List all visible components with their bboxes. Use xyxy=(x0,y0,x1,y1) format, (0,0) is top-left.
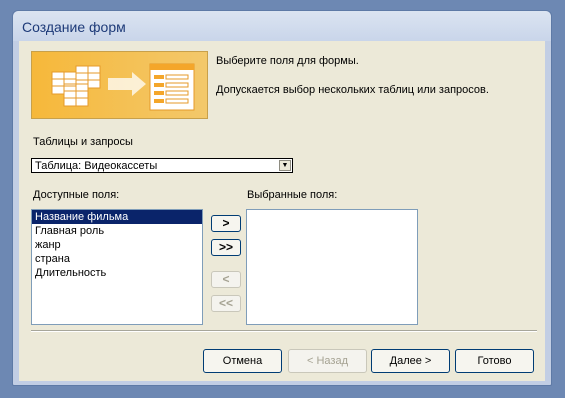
title-bar[interactable]: Создание форм xyxy=(13,11,551,41)
add-all-fields-button[interactable]: >> xyxy=(211,239,241,256)
intro-line-2: Допускается выбор нескольких таблиц или … xyxy=(216,84,489,96)
finish-button[interactable]: Готово xyxy=(455,349,534,373)
window-title: Создание форм xyxy=(22,19,126,35)
available-fields-label: Доступные поля: xyxy=(33,189,120,201)
tables-queries-label: Таблицы и запросы xyxy=(33,136,133,148)
tables-queries-combobox[interactable]: Таблица: Видеокассеты ▼ xyxy=(31,158,293,173)
list-item[interactable]: Название фильма xyxy=(32,210,202,224)
next-button[interactable]: Далее > xyxy=(371,349,450,373)
available-fields-list[interactable]: Название фильма Главная роль жанр страна… xyxy=(31,209,203,325)
cancel-button[interactable]: Отмена xyxy=(203,349,282,373)
footer-divider xyxy=(31,330,537,332)
list-item[interactable]: Главная роль xyxy=(32,224,202,238)
tables-queries-value: Таблица: Видеокассеты xyxy=(35,160,158,172)
list-item[interactable]: страна xyxy=(32,252,202,266)
remove-all-fields-button[interactable]: << xyxy=(211,295,241,312)
selected-fields-list[interactable] xyxy=(246,209,418,325)
dialog-client-area: Выберите поля для формы. Допускается выб… xyxy=(19,41,545,381)
list-item[interactable]: Длительность xyxy=(32,266,202,280)
form-wizard-window: Создание форм Выберите поля для формы. Д… xyxy=(12,10,552,386)
intro-line-1: Выберите поля для формы. xyxy=(216,55,359,67)
remove-field-button[interactable]: < xyxy=(211,271,241,288)
form-wizard-illustration xyxy=(31,51,208,119)
back-button[interactable]: < Назад xyxy=(288,349,367,373)
add-field-button[interactable]: > xyxy=(211,215,241,232)
wizard-banner-icon xyxy=(51,63,195,111)
chevron-down-icon[interactable]: ▼ xyxy=(279,160,291,171)
selected-fields-label: Выбранные поля: xyxy=(247,189,338,201)
list-item[interactable]: жанр xyxy=(32,238,202,252)
